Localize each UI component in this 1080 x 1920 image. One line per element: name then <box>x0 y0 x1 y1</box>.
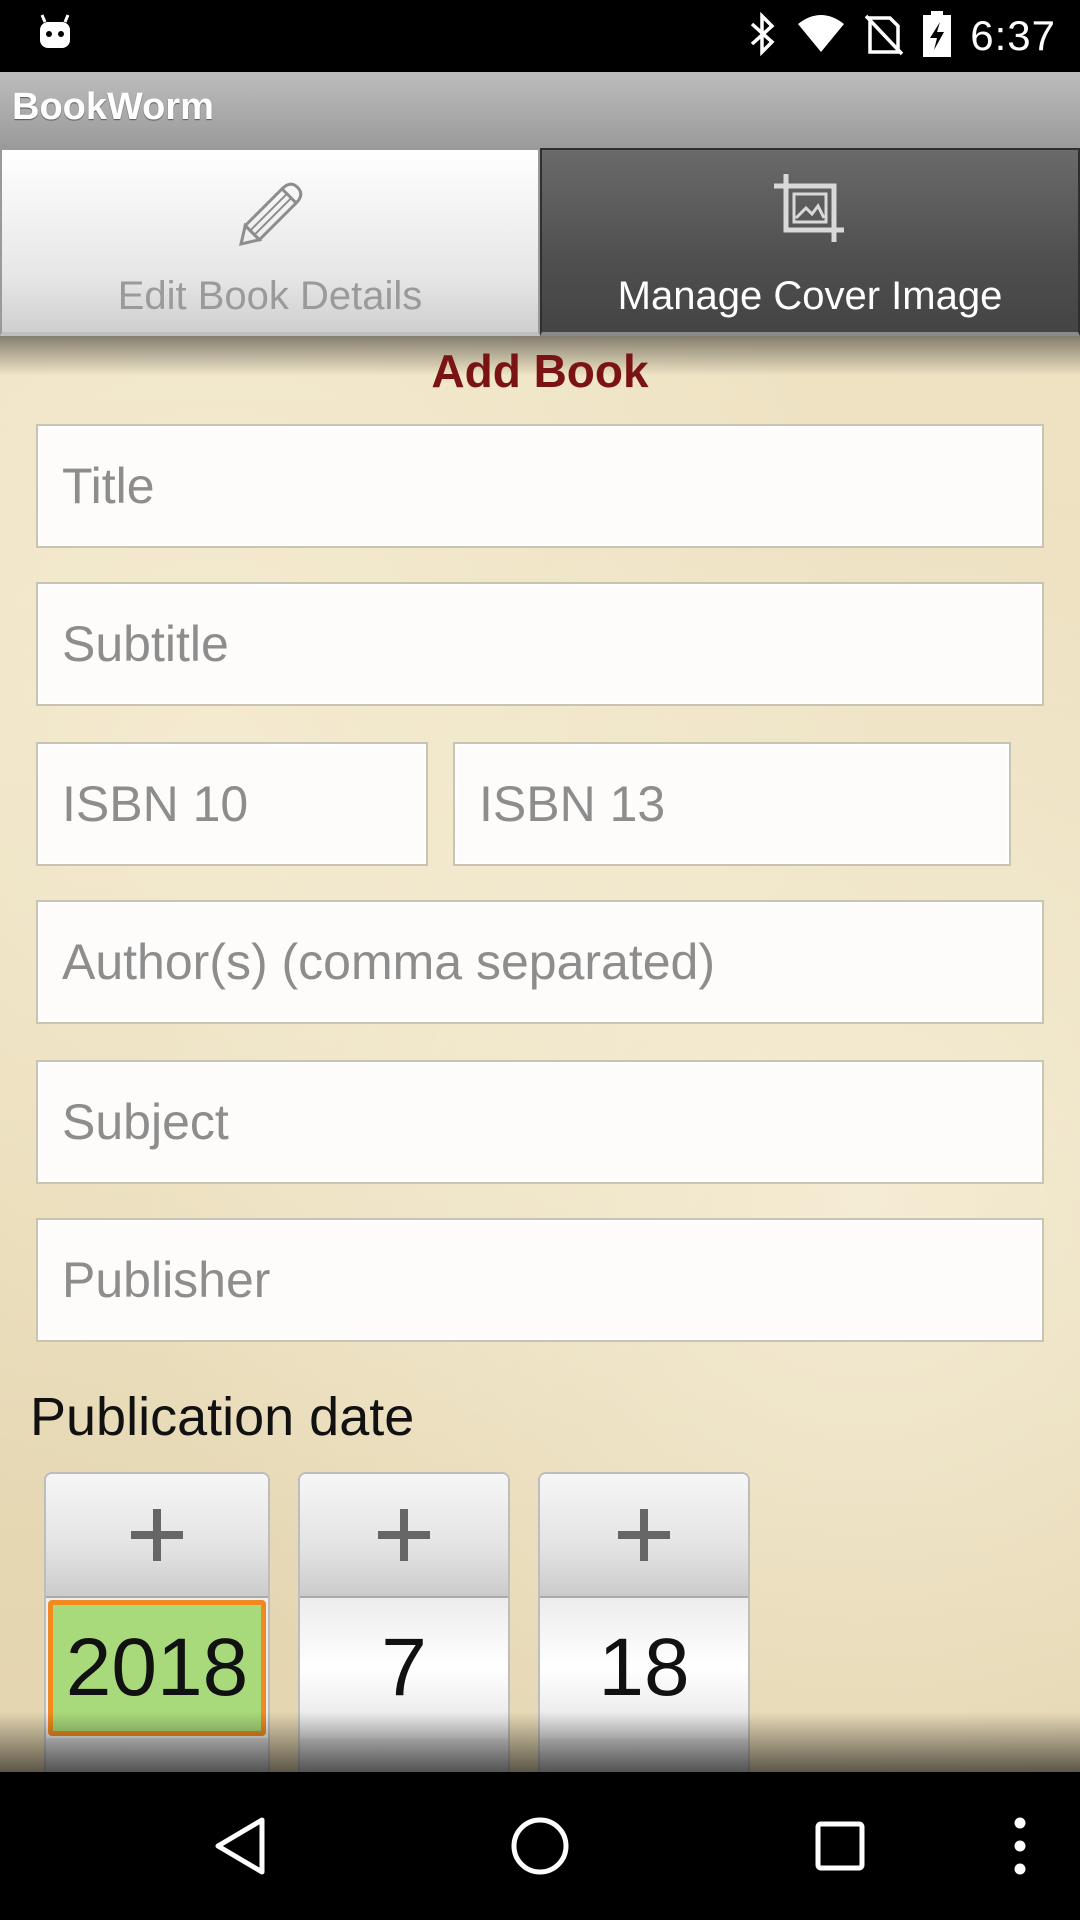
back-button[interactable] <box>190 1772 290 1920</box>
title-field <box>36 424 1044 548</box>
subject-field <box>36 1060 1044 1184</box>
status-bar: 6:37 <box>0 0 1080 72</box>
android-debug-icon <box>36 12 74 55</box>
title-input[interactable] <box>38 426 1042 546</box>
year-increment-button[interactable] <box>46 1474 268 1598</box>
authors-field <box>36 900 1044 1024</box>
publication-date-label: Publication date <box>30 1387 415 1447</box>
tab-bar: Edit Book Details Manage Cover Image <box>0 148 1080 336</box>
isbn10-field <box>36 742 428 866</box>
subtitle-field <box>36 582 1044 706</box>
publisher-input[interactable] <box>38 1220 1042 1340</box>
app-title: BookWorm <box>12 86 214 128</box>
overflow-menu-icon <box>1014 1817 1026 1875</box>
crop-image-icon <box>772 172 848 249</box>
pencil-icon <box>225 172 315 263</box>
day-decrement-button[interactable] <box>540 1738 748 1772</box>
action-bar: BookWorm <box>0 72 1080 149</box>
add-book-form: Add Book Publication date 2018 <box>0 336 1080 1772</box>
subtitle-input[interactable] <box>38 584 1042 704</box>
no-sim-icon <box>864 12 904 61</box>
day-value[interactable]: 18 <box>540 1598 748 1738</box>
month-decrement-button[interactable] <box>300 1738 508 1772</box>
recents-icon <box>815 1821 865 1871</box>
plus-icon <box>131 1509 183 1561</box>
plus-icon <box>378 1509 430 1561</box>
battery-charging-icon <box>922 10 952 63</box>
overflow-menu-button[interactable] <box>990 1772 1050 1920</box>
month-increment-button[interactable] <box>300 1474 508 1598</box>
page-title: Add Book <box>431 345 649 397</box>
bluetooth-icon <box>748 11 778 61</box>
year-spinner: 2018 <box>44 1472 270 1772</box>
tab-label: Manage Cover Image <box>617 274 1003 318</box>
isbn10-input[interactable] <box>38 744 426 864</box>
back-icon <box>215 1817 265 1875</box>
year-decrement-button[interactable] <box>46 1738 268 1772</box>
clock: 6:37 <box>970 12 1056 59</box>
subject-input[interactable] <box>38 1062 1042 1182</box>
day-spinner: 18 <box>538 1472 750 1772</box>
authors-input[interactable] <box>38 902 1042 1022</box>
day-increment-button[interactable] <box>540 1474 748 1598</box>
tab-manage-cover-image[interactable]: Manage Cover Image <box>540 148 1080 336</box>
month-spinner: 7 <box>298 1472 510 1772</box>
navigation-bar <box>0 1772 1080 1920</box>
wifi-icon <box>796 14 846 59</box>
tab-edit-book-details[interactable]: Edit Book Details <box>0 148 540 336</box>
isbn13-field <box>453 742 1011 866</box>
home-icon <box>511 1817 569 1875</box>
year-value[interactable]: 2018 <box>48 1600 266 1736</box>
month-value[interactable]: 7 <box>300 1598 508 1738</box>
recents-button[interactable] <box>790 1772 890 1920</box>
tab-label: Edit Book Details <box>117 274 423 318</box>
plus-icon <box>618 1509 670 1561</box>
home-button[interactable] <box>490 1772 590 1920</box>
publisher-field <box>36 1218 1044 1342</box>
isbn13-input[interactable] <box>455 744 1009 864</box>
